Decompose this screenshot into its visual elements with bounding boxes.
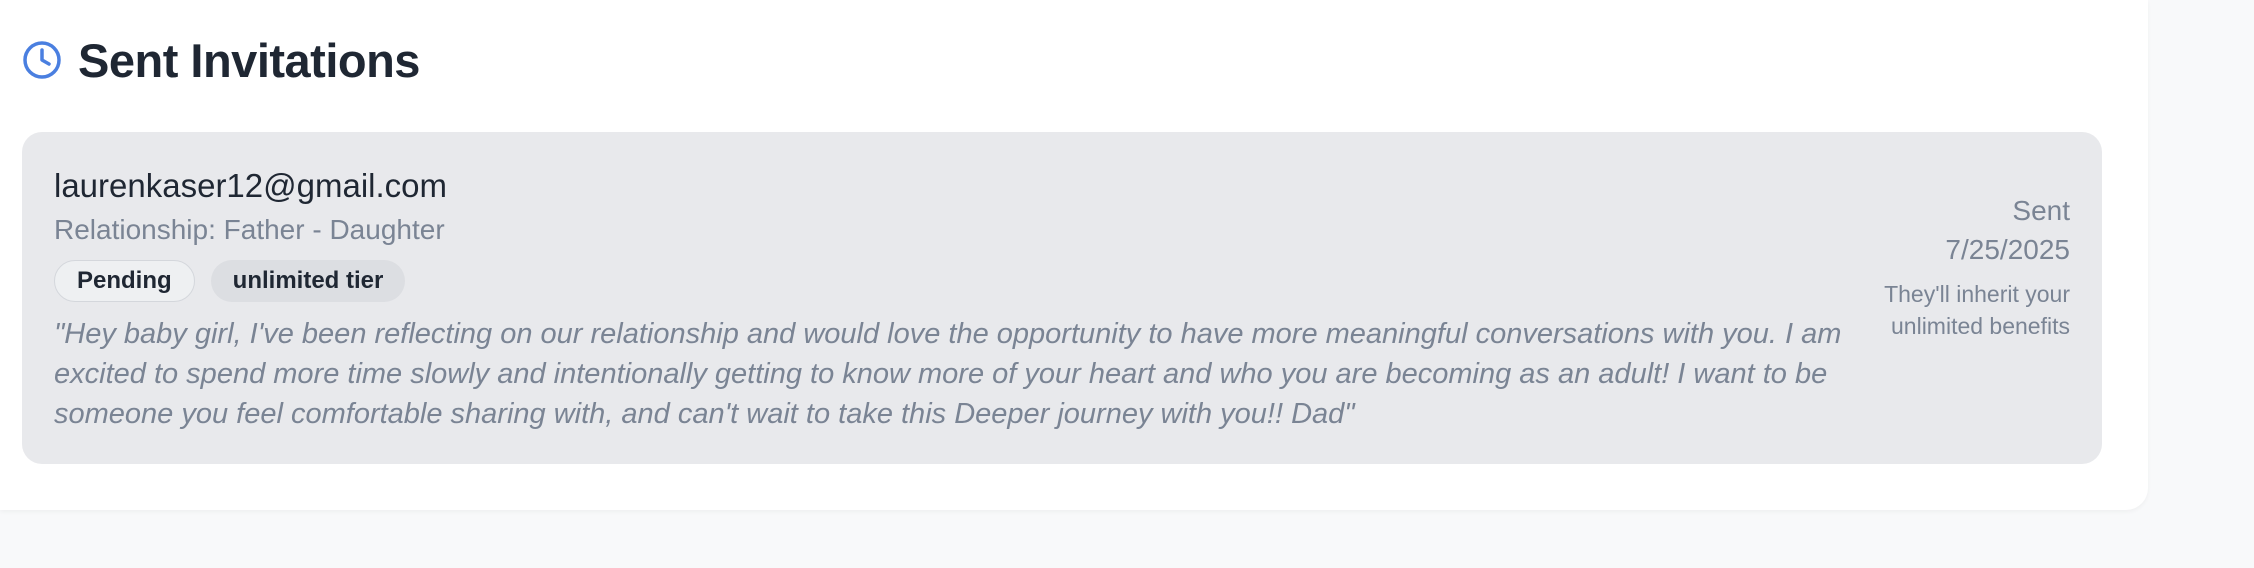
invitation-details: laurenkaser12@gmail.com Relationship: Fa… [54,166,1954,434]
inherit-note: They'll inherit your unlimited benefits [1884,281,2070,339]
section-header: Sent Invitations [22,28,420,92]
sent-date: 7/25/2025 [1945,234,2070,265]
invitation-card: laurenkaser12@gmail.com Relationship: Fa… [22,132,2102,464]
badge-row: Pending unlimited tier [54,260,1954,304]
invitation-meta: Sent 7/25/2025 They'll inherit your unli… [1880,192,2070,342]
sent-label: Sent [2012,195,2070,226]
invitee-email: laurenkaser12@gmail.com [54,167,448,204]
sent-invitations-panel: Sent Invitations laurenkaser12@gmail.com… [0,0,2148,510]
status-badge: Pending [54,260,195,302]
invitation-message: "Hey baby girl, I've been reflecting on … [54,318,1842,430]
tier-badge: unlimited tier [210,260,406,302]
relationship-label: Relationship: Father - Daughter [54,214,445,245]
clock-icon [22,40,62,80]
page-title: Sent Invitations [78,33,420,87]
